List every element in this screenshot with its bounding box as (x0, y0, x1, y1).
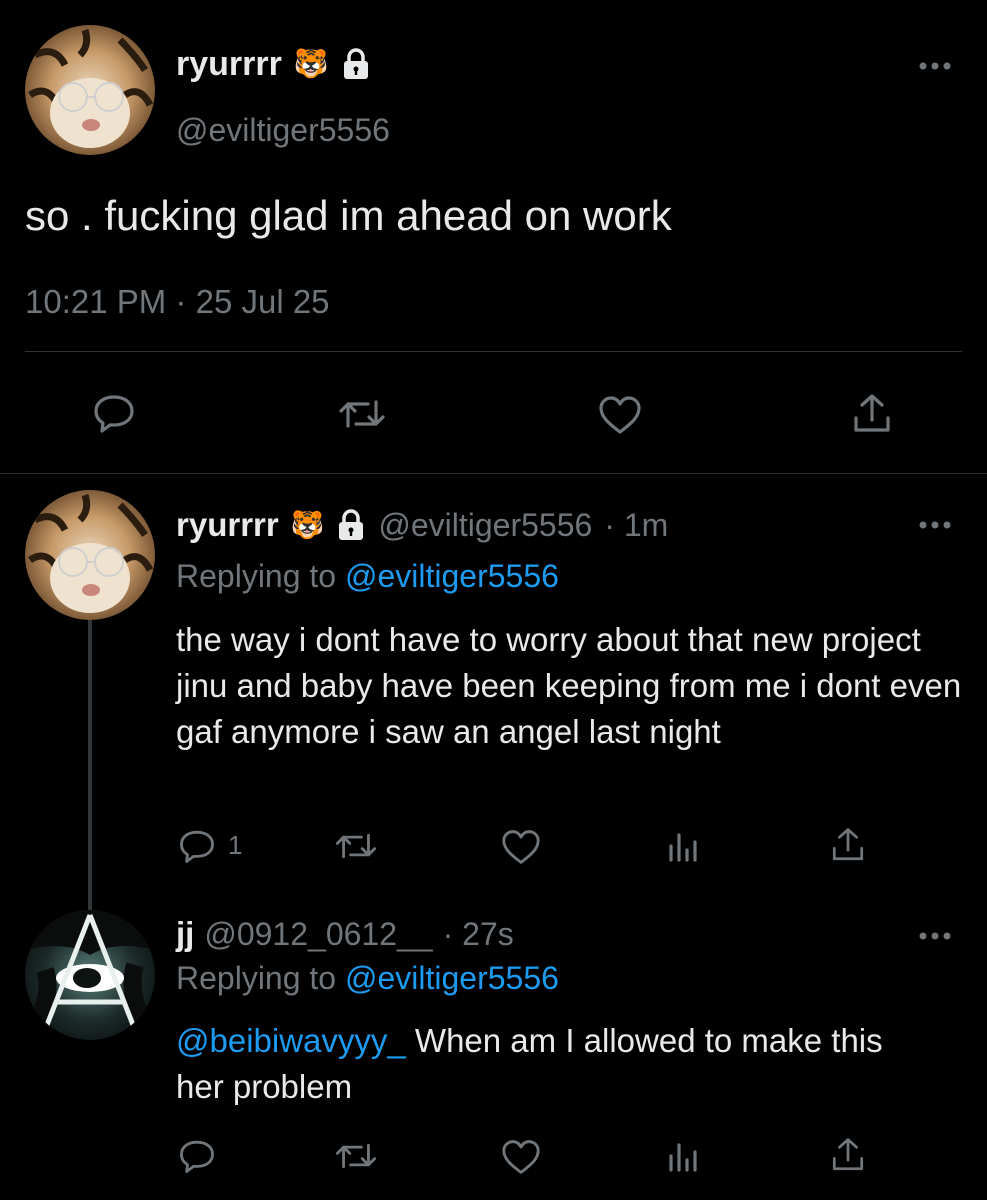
main-display-name[interactable]: ryurrrr (176, 45, 282, 84)
reply2-handle[interactable]: @0912_0612__ (204, 916, 432, 953)
main-tweet-timestamp: 10:21 PM · 25 Jul 25 (25, 283, 330, 321)
replying-to-label: Replying to (176, 960, 337, 996)
divider (25, 351, 962, 352)
analytics-icon[interactable] (666, 830, 700, 864)
like-icon[interactable] (500, 1138, 542, 1176)
tweet-date: 25 Jul 25 (195, 283, 330, 320)
retweet-icon[interactable] (334, 830, 378, 862)
reply2-text: @beibiwavyyy_ When am I allowed to make … (176, 1018, 896, 1110)
like-icon[interactable] (597, 394, 643, 436)
replying-to-handle[interactable]: @eviltiger5556 (345, 960, 559, 996)
lock-icon (336, 509, 366, 541)
reply-icon[interactable] (178, 828, 216, 864)
share-icon[interactable] (830, 826, 866, 864)
reply1-handle[interactable]: @eviltiger5556 (378, 507, 592, 544)
share-icon[interactable] (830, 1136, 866, 1174)
reply2-avatar[interactable] (25, 910, 155, 1040)
more-options-icon[interactable] (918, 58, 952, 76)
reply2-age: · 27s (442, 915, 514, 952)
retweet-icon[interactable] (338, 396, 386, 432)
more-options-icon[interactable] (918, 928, 952, 946)
mention-link[interactable]: @beibiwavyyy_ (176, 1022, 406, 1059)
reply1-text: the way i dont have to worry about that … (176, 621, 962, 750)
like-icon[interactable] (500, 828, 542, 866)
tweet-time: 10:21 PM (25, 283, 167, 320)
more-options-icon[interactable] (918, 517, 952, 535)
main-tweet-avatar[interactable] (25, 25, 155, 155)
reply2-display-name[interactable]: jj (176, 915, 194, 953)
reply1-avatar[interactable] (25, 490, 155, 620)
timestamp-separator: · (175, 283, 187, 320)
reply1-age: · 1m (604, 506, 669, 543)
analytics-icon[interactable] (666, 1140, 700, 1174)
thread-line (88, 620, 92, 910)
tiger-emoji-icon: 🐯 (293, 48, 329, 79)
retweet-icon[interactable] (334, 1140, 378, 1172)
reply-icon[interactable] (92, 393, 136, 433)
replying-to-handle[interactable]: @eviltiger5556 (345, 558, 559, 594)
main-handle[interactable]: @eviltiger5556 (176, 112, 390, 149)
reply-icon[interactable] (178, 1138, 216, 1174)
replying-to-label: Replying to (176, 558, 337, 594)
lock-icon (341, 48, 371, 80)
tiger-emoji-icon: 🐯 (290, 509, 325, 540)
main-tweet-text: so . fucking glad im ahead on work (25, 192, 672, 239)
reply1-display-name[interactable]: ryurrrr (176, 506, 279, 544)
divider (0, 473, 987, 474)
share-icon[interactable] (851, 392, 893, 436)
reply-count: 1 (228, 830, 243, 860)
